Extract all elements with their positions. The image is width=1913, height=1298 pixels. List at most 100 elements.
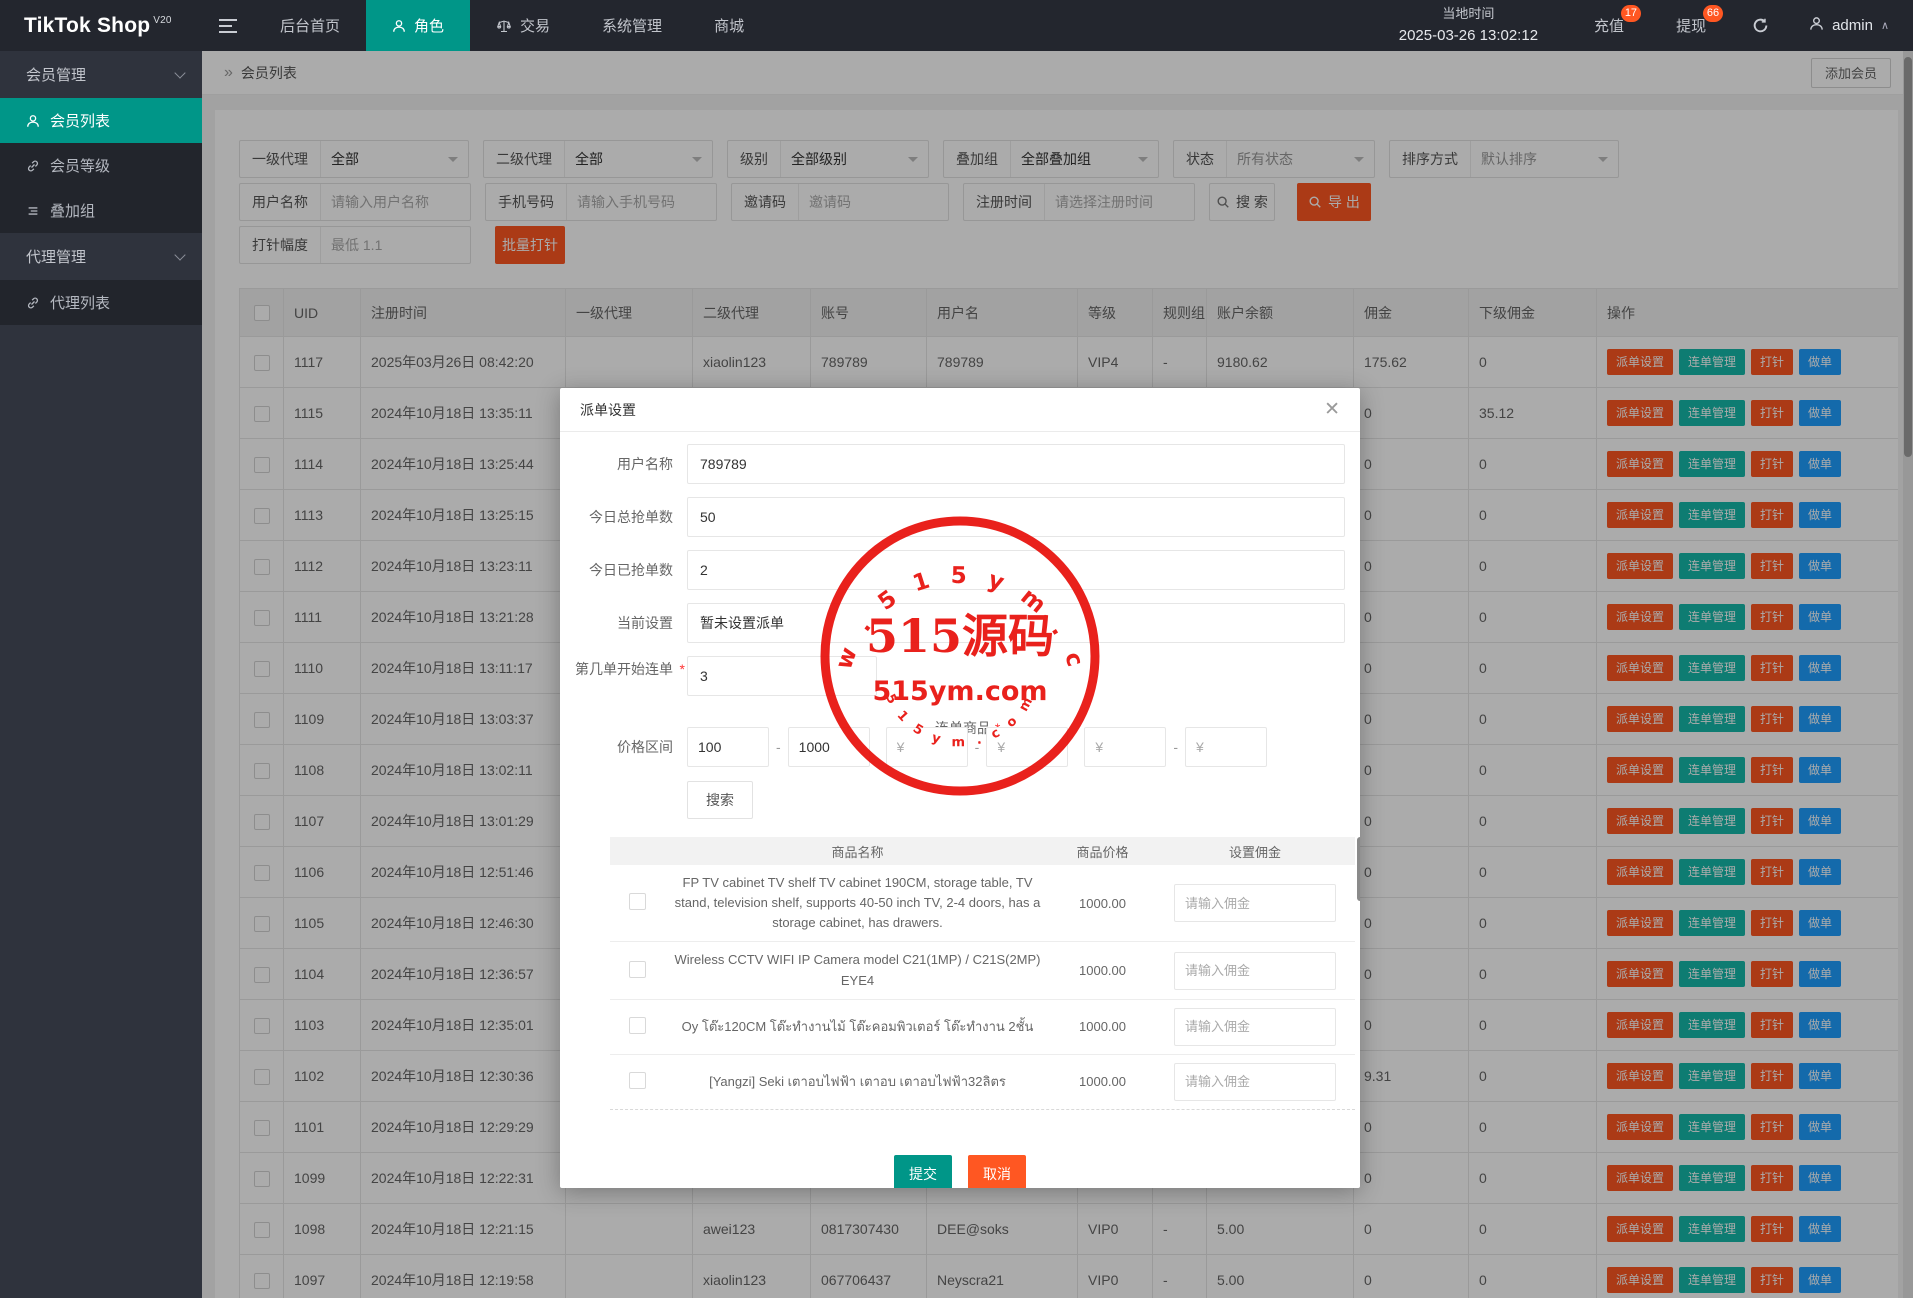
goods-commission-cell — [1155, 884, 1355, 923]
topnav-item[interactable]: 交易 — [470, 0, 576, 51]
goods-header-cell: 设置佣金 — [1228, 844, 1281, 860]
start-order-label: 第几单开始连单 * — [575, 661, 685, 677]
goods-price: 1000.00 — [1079, 895, 1126, 911]
start-order-input[interactable] — [687, 656, 877, 696]
goods-commission-cell — [1155, 1062, 1355, 1101]
price-max-3-input[interactable] — [1185, 727, 1268, 767]
local-time-value: 2025-03-26 13:02:12 — [1398, 26, 1539, 44]
current-setting-label: 当前设置 — [617, 615, 673, 631]
range-separator: - — [974, 739, 980, 755]
sidebar-item[interactable]: 代理列表 — [0, 280, 202, 325]
user-menu[interactable]: admin ∧ — [1789, 0, 1913, 51]
price-max-1-input[interactable] — [787, 727, 870, 767]
topnav-item[interactable]: 后台首页 — [254, 0, 366, 51]
brand-logo: TikTok Shop V20 — [0, 0, 202, 51]
recharge-link[interactable]: 充值 17 — [1568, 0, 1650, 51]
price-min-3-input[interactable] — [1084, 727, 1167, 767]
sidebar-group-items: 代理列表 — [0, 280, 202, 325]
range-separator: - — [1173, 739, 1179, 755]
sidebar-group[interactable]: 会员管理 — [0, 51, 202, 98]
user-icon — [1809, 16, 1824, 35]
goods-checkbox[interactable] — [629, 893, 646, 911]
sidebar-group-label: 会员管理 — [26, 67, 87, 84]
price-max-2-input[interactable] — [986, 727, 1069, 767]
topnav-item[interactable]: 角色 — [366, 0, 471, 51]
chevron-down-icon — [174, 249, 186, 261]
username-input[interactable] — [687, 444, 1345, 484]
taken-orders-input[interactable] — [687, 550, 1345, 590]
goods-name: FP TV cabinet TV shelf TV cabinet 190CM,… — [674, 875, 1041, 931]
refresh-icon[interactable] — [1732, 0, 1789, 51]
sidebar-item[interactable]: 会员列表 — [0, 98, 202, 143]
cancel-button[interactable]: 取消 — [968, 1154, 1026, 1188]
local-time: 当地时间 2025-03-26 13:02:12 — [1369, 4, 1568, 47]
topnav-item-label: 交易 — [520, 18, 551, 35]
scales-icon — [496, 18, 512, 34]
sidebar-item-label: 会员列表 — [50, 113, 111, 130]
recharge-label: 充值 — [1594, 18, 1625, 35]
chevron-down-icon — [174, 67, 186, 79]
goods-checkbox-cell — [610, 960, 665, 981]
price-min-1-input[interactable] — [687, 727, 769, 767]
topbar-right: 当地时间 2025-03-26 13:02:12 充值 17 提现 66 adm… — [1369, 0, 1913, 51]
goods-commission-input[interactable] — [1174, 884, 1336, 923]
goods-row: Oy โต๊ะ120CM โต๊ะทำงานไม้ โต๊ะคอมพิวเตอร… — [610, 998, 1355, 1054]
goods-checkbox-cell — [610, 1016, 665, 1037]
goods-header-cell: 商品价格 — [1076, 844, 1129, 860]
goods-commission-cell — [1155, 1007, 1355, 1046]
caret-up-icon: ∧ — [1880, 20, 1889, 32]
topnav-item[interactable]: 系统管理 — [576, 0, 688, 51]
user-icon — [26, 114, 40, 128]
link-icon — [26, 159, 40, 173]
recharge-badge: 17 — [1620, 5, 1642, 22]
goods-commission-input[interactable] — [1174, 951, 1336, 990]
withdraw-link[interactable]: 提现 66 — [1650, 0, 1732, 51]
goods-checkbox[interactable] — [629, 1071, 646, 1089]
range-separator: - — [776, 739, 781, 755]
goods-checkbox[interactable] — [629, 960, 646, 978]
sidebar-item[interactable]: 叠加组 — [0, 188, 202, 233]
withdraw-badge: 66 — [1702, 5, 1724, 22]
goods-commission-input[interactable] — [1174, 1007, 1336, 1046]
username-label: 用户名称 — [617, 456, 673, 472]
link-icon — [26, 296, 40, 310]
topnav-item-label: 后台首页 — [280, 18, 341, 35]
sidebar-group[interactable]: 代理管理 — [0, 233, 202, 280]
topnav-item[interactable]: 商城 — [688, 0, 770, 51]
sidebar-group-items: 会员列表会员等级叠加组 — [0, 98, 202, 233]
current-setting-input[interactable] — [687, 603, 1345, 643]
modal-title: 派单设置 — [580, 401, 636, 418]
goods-name: [Yangzi] Seki เตาอบไฟฟ้า เตาอบ เตาอบไฟฟ้… — [709, 1073, 1006, 1089]
price-range-label: 价格区间 — [617, 738, 673, 755]
sidebar-item[interactable]: 会员等级 — [0, 143, 202, 188]
menu-toggle-icon[interactable] — [202, 0, 254, 51]
goods-price: 1000.00 — [1079, 1074, 1126, 1090]
taken-orders-label: 今日已抢单数 — [589, 562, 673, 578]
sidebar-item-label: 代理列表 — [50, 295, 111, 312]
sidebar-group-label: 代理管理 — [26, 249, 87, 266]
sidebar-item-label: 会员等级 — [50, 158, 111, 175]
goods-scrollbar-thumb[interactable] — [1357, 837, 1360, 901]
top-navbar: TikTok Shop V20 后台首页 角色 交易 系统管理 商城 当地时间 2025… — [0, 0, 1913, 51]
total-orders-label: 今日总抢单数 — [589, 509, 673, 525]
submit-button[interactable]: 提交 — [894, 1154, 952, 1188]
brand-name: TikTok Shop — [24, 13, 151, 37]
required-star: * — [679, 661, 685, 677]
top-menu: 后台首页 角色 交易 系统管理 商城 — [254, 0, 770, 51]
goods-name: Wireless CCTV WIFI IP Camera model C21(1… — [674, 952, 1041, 988]
price-min-2-input[interactable] — [885, 727, 968, 767]
topnav-item-label: 角色 — [414, 18, 445, 35]
modal-actions: 提交 取消 — [560, 1154, 1360, 1188]
sidebar: 会员管理会员列表会员等级叠加组代理管理代理列表 — [0, 51, 202, 1298]
goods-checkbox[interactable] — [629, 1016, 646, 1034]
goods-table: 商品名称 商品价格 设置佣金 FP TV cabinet TV shelf TV c… — [610, 837, 1360, 1110]
close-icon[interactable]: ✕ — [1324, 400, 1340, 419]
total-orders-input[interactable] — [687, 497, 1345, 537]
goods-price: 1000.00 — [1079, 1019, 1126, 1035]
sidebar-item-label: 叠加组 — [50, 203, 96, 220]
topnav-item-label: 系统管理 — [602, 18, 663, 35]
goods-commission-input[interactable] — [1174, 1062, 1336, 1101]
list-icon — [26, 204, 40, 218]
user-icon — [392, 19, 406, 33]
goods-search-button[interactable]: 搜索 — [687, 781, 753, 819]
